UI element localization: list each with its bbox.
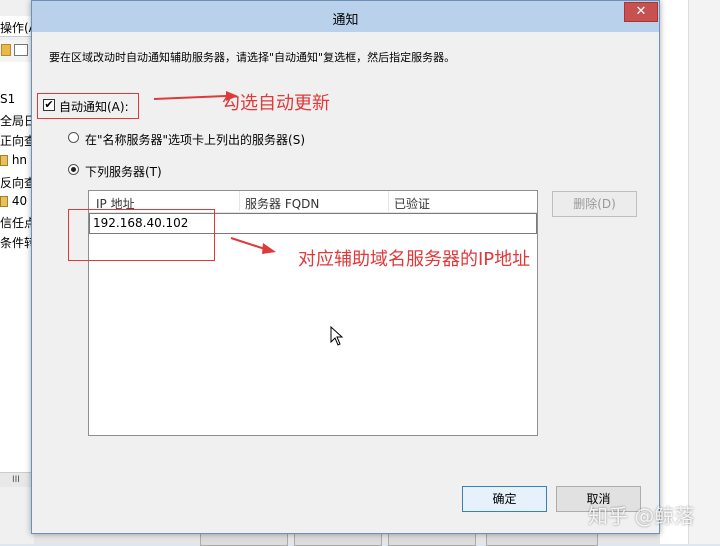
scroll-thumb-grip[interactable]: III — [12, 475, 22, 485]
tree-item-label: 40 — [11, 194, 28, 208]
annotation-ip-note: 对应辅助域名服务器的IP地址 — [298, 249, 531, 270]
notify-dialog: 通知 ✕ 要在区域改动时自动通知辅助服务器，请选择"自动通知"复选框，然后指定服… — [31, 0, 660, 534]
background-tree: S1 全局日 正向查 hn 反向查 40 信任点 条件转 — [0, 62, 34, 472]
close-button[interactable]: ✕ — [624, 2, 658, 22]
annotation-check-auto-update: 勾选自动更新 — [222, 93, 330, 114]
tree-item[interactable]: 反向查 — [0, 174, 33, 191]
annotation-arrow-2 — [230, 237, 276, 254]
radio-button[interactable] — [68, 132, 79, 143]
tree-item[interactable]: 40 — [0, 194, 27, 208]
auto-notify-checkbox[interactable]: ✔ — [43, 99, 55, 111]
checkmark-icon: ✔ — [44, 98, 54, 111]
radio-dot-icon — [71, 167, 76, 172]
instruction-text: 要在区域改动时自动通知辅助服务器，请选择"自动通知"复选框，然后指定服务器。 — [49, 51, 456, 64]
ok-button[interactable]: 确定 — [462, 486, 547, 512]
tree-item[interactable]: 条件转 — [0, 234, 33, 251]
column-separator[interactable] — [388, 191, 389, 211]
column-header-validated[interactable]: 已验证 — [394, 195, 430, 212]
tree-item[interactable]: 正向查 — [0, 132, 33, 149]
radio-label[interactable]: 在"名称服务器"选项卡上列出的服务器(S) — [85, 131, 305, 148]
delete-button[interactable]: 删除(D) — [552, 191, 637, 217]
tree-item[interactable]: hn — [0, 153, 27, 167]
column-header-fqdn[interactable]: 服务器 FQDN — [245, 195, 319, 212]
tree-item-label: hn — [11, 153, 28, 167]
mouse-cursor-icon — [330, 326, 344, 346]
background-horizontal-scrollbar[interactable]: III — [0, 472, 33, 487]
radio-label[interactable]: 下列服务器(T) — [85, 163, 162, 180]
tree-item[interactable]: 全局日 — [0, 112, 33, 129]
radio-button-selected[interactable] — [68, 164, 79, 175]
background-actions-pane — [688, 0, 720, 544]
zone-file-icon — [0, 196, 8, 207]
close-icon: ✕ — [635, 4, 647, 19]
column-separator[interactable] — [239, 191, 240, 211]
auto-notify-label[interactable]: 自动通知(A): — [59, 98, 129, 115]
dialog-title: 通知 — [332, 13, 359, 28]
zone-file-icon — [0, 155, 8, 166]
watermark: 知乎 @鲸落 — [588, 504, 695, 528]
tree-item[interactable]: 信任点 — [0, 214, 33, 231]
annotation-highlight-ip — [68, 209, 215, 261]
dialog-titlebar[interactable]: 通知 ✕ — [32, 1, 659, 32]
tree-item[interactable]: S1 — [0, 92, 15, 106]
folder-icon[interactable] — [1, 44, 11, 56]
list-view-icon[interactable] — [14, 44, 28, 56]
